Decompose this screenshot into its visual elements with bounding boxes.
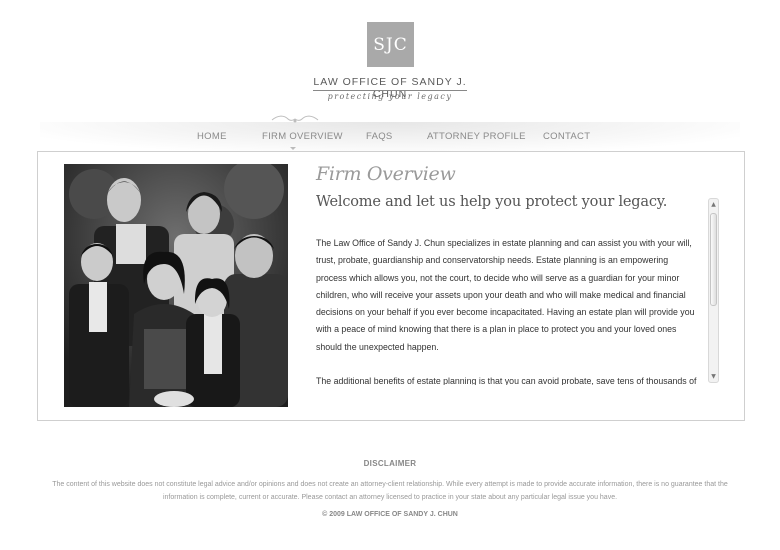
disclaimer-text: The content of this website does not con… xyxy=(52,481,728,501)
tagline-divider xyxy=(313,90,467,91)
nav-faqs[interactable]: FAQS xyxy=(366,131,393,142)
nav-contact[interactable]: CONTACT xyxy=(543,131,590,142)
body-paragraph: The additional benefits of estate planni… xyxy=(316,376,697,385)
section-title: Firm Overview xyxy=(316,163,456,185)
family-photo xyxy=(64,164,288,407)
active-nav-indicator xyxy=(290,147,296,150)
disclaimer-heading: DISCLAIMER xyxy=(363,459,417,468)
page-headline: Welcome and let us help you protect your… xyxy=(316,194,668,210)
nav-firm-overview[interactable]: FIRM OVERVIEW xyxy=(262,131,343,142)
copyright-notice: © 2009 LAW OFFICE OF SANDY J. CHUN xyxy=(322,511,458,518)
body-paragraph: The Law Office of Sandy J. Chun speciali… xyxy=(316,238,695,352)
logo-monogram[interactable]: SJC xyxy=(367,22,414,67)
main-nav: HOME FIRM OVERVIEW FAQS ATTORNEY PROFILE… xyxy=(0,131,780,145)
body-text-scroll-area[interactable]: The Law Office of Sandy J. Chun speciali… xyxy=(316,235,701,385)
scroll-ornament-icon xyxy=(271,115,319,123)
scrollbar-thumb[interactable] xyxy=(710,213,717,306)
scroll-down-arrow-icon[interactable]: ▼ xyxy=(710,372,717,381)
nav-attorney-profile[interactable]: ATTORNEY PROFILE xyxy=(427,131,526,142)
vertical-scrollbar[interactable]: ▲ ▼ xyxy=(708,198,719,383)
nav-home[interactable]: HOME xyxy=(197,131,227,142)
tagline: protecting your legacy xyxy=(327,92,453,101)
scroll-up-arrow-icon[interactable]: ▲ xyxy=(710,200,717,209)
